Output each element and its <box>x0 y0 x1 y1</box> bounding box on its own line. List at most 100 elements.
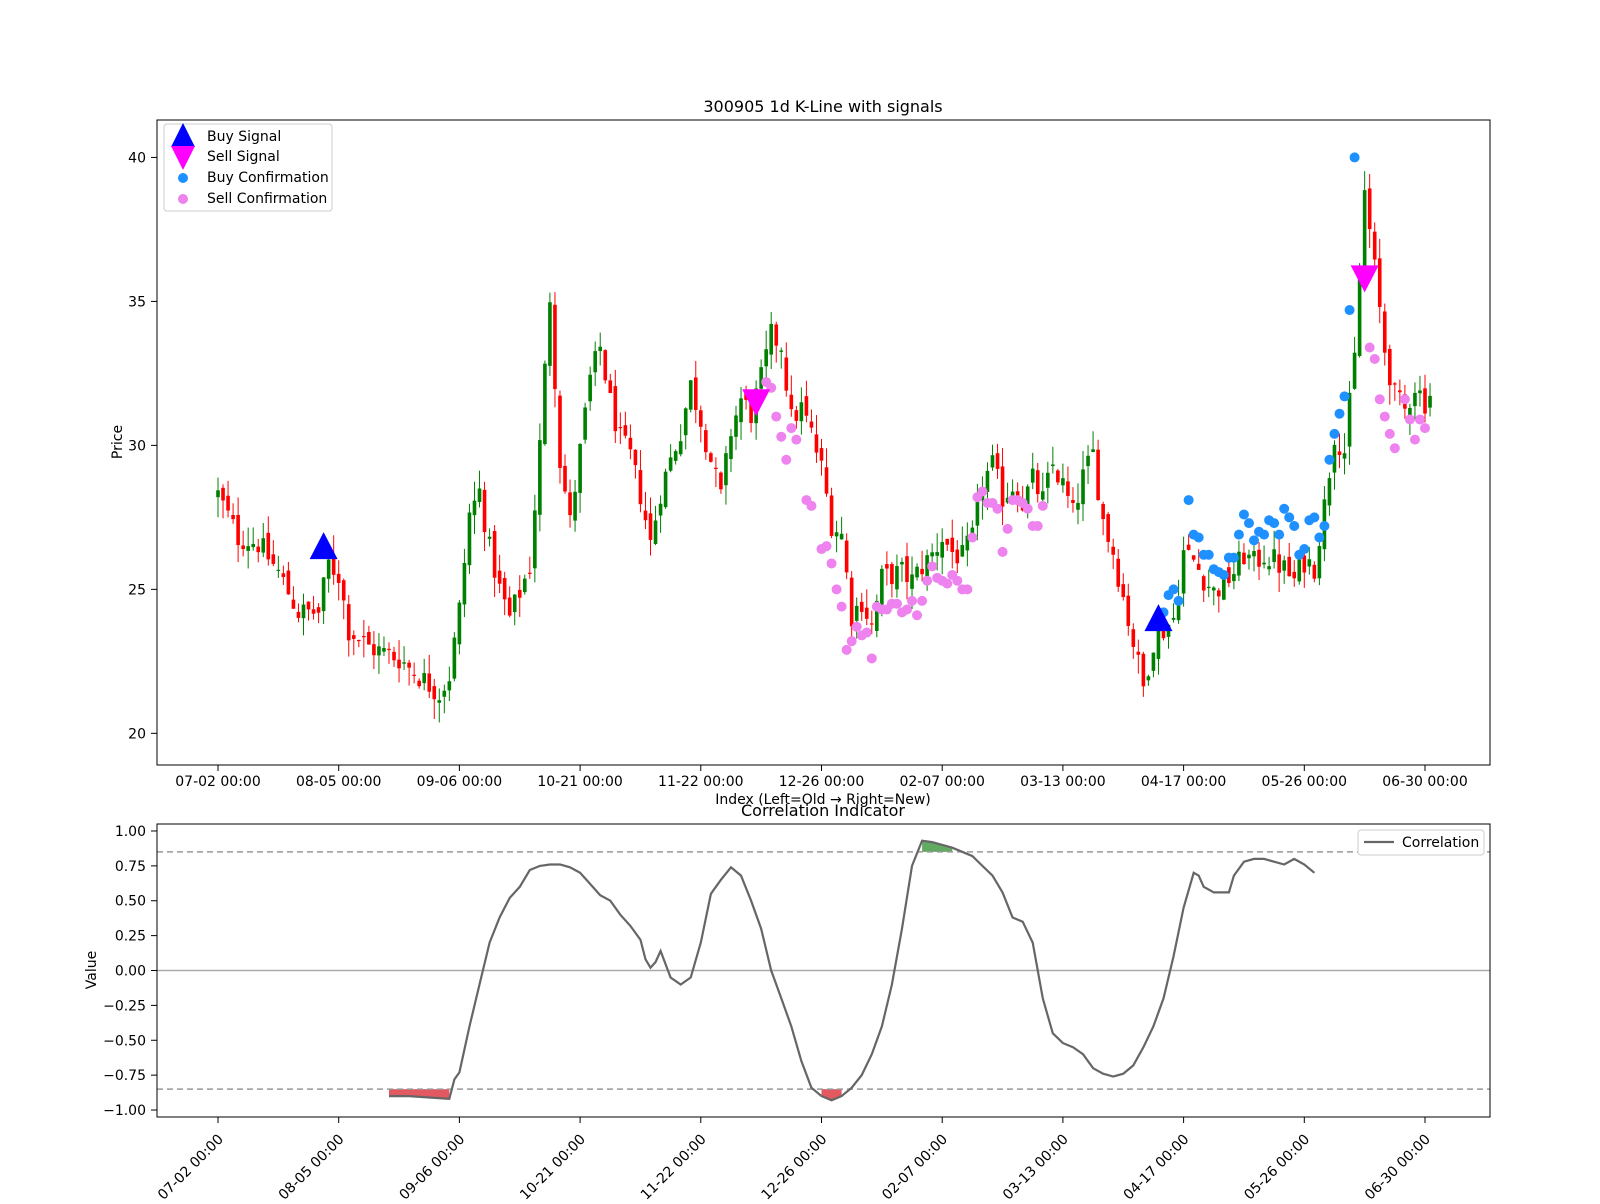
kline-x-tick-label: 02-07 00:00 <box>899 774 984 790</box>
kline-x-tick-label: 10-21 00:00 <box>537 774 622 790</box>
candle-body <box>402 662 406 664</box>
candle-body <box>427 673 432 692</box>
candle-body <box>301 604 306 619</box>
sell-confirmation-point <box>901 604 912 615</box>
candle-body <box>527 572 532 574</box>
candle-body <box>1040 491 1045 500</box>
candle-body <box>563 465 567 492</box>
candle-body <box>869 623 874 625</box>
correlation-y-axis-label: Value <box>84 951 100 989</box>
sell-confirmation-point <box>1369 353 1380 364</box>
candle-body <box>1272 549 1276 562</box>
candle-body <box>724 453 728 486</box>
candle-body <box>578 443 582 493</box>
candle-body <box>960 545 965 557</box>
candle-body <box>1367 188 1372 230</box>
candle-body <box>487 536 492 539</box>
buy-confirmation-point <box>1269 518 1280 529</box>
candle-body <box>698 410 703 427</box>
kline-x-tick-label: 07-02 00:00 <box>175 774 260 790</box>
legend-buy-confirmation-label: Buy Confirmation <box>207 170 329 186</box>
candle-body <box>1302 555 1307 573</box>
candle-body <box>739 398 743 423</box>
sell-confirmation-point <box>1409 434 1420 445</box>
candle-body <box>734 415 738 437</box>
correlation-y-tick-label: 0.25 <box>115 929 146 945</box>
candle-body <box>346 604 351 641</box>
candle-body <box>1186 544 1191 550</box>
candle-body <box>256 546 261 553</box>
kline-x-tick-label: 09-06 00:00 <box>417 774 502 790</box>
candle-body <box>462 562 467 605</box>
buy-confirmation-point <box>1274 529 1285 540</box>
candle-body <box>834 532 839 537</box>
sell-confirmation-point <box>977 486 988 497</box>
candle-body <box>492 530 497 578</box>
sell-confirmation-point <box>917 595 928 606</box>
candle-body <box>618 426 623 429</box>
candle-body <box>905 556 909 582</box>
sell-confirmation-point <box>1022 503 1033 514</box>
sell-confirmation-point <box>851 621 862 632</box>
candle-body <box>779 350 784 352</box>
buy-confirmation-point <box>1309 512 1320 523</box>
candle-body <box>1347 392 1352 447</box>
candle-body <box>719 472 723 490</box>
candle-body <box>1216 590 1221 597</box>
candle-body <box>613 386 618 432</box>
candle-body <box>357 639 361 642</box>
candle-body <box>1252 551 1256 557</box>
sell-confirmation-point <box>1414 414 1425 425</box>
kline-y-axis-label: Price <box>110 425 126 459</box>
candle-body <box>377 646 381 656</box>
candle-body <box>1146 676 1151 681</box>
candle-body <box>1232 574 1236 582</box>
candle-body <box>241 545 245 550</box>
candle-body <box>432 686 437 700</box>
correlation-y-tick-label: −1.00 <box>103 1103 146 1119</box>
candle-body <box>890 564 894 585</box>
sell-confirmation-point <box>922 575 933 586</box>
kline-x-tick-label: 12-26 00:00 <box>779 774 864 790</box>
correlation-y-tick-label: −0.75 <box>103 1068 146 1084</box>
candle-body <box>759 367 763 389</box>
buy-confirmation-point <box>1289 521 1300 532</box>
candle-body <box>573 491 577 521</box>
candle-body <box>1136 651 1141 655</box>
candle-body <box>558 395 562 468</box>
candle-body <box>1408 407 1412 416</box>
buy-confirmation-point <box>1249 535 1260 546</box>
candle-body <box>452 637 457 679</box>
candle-body <box>1066 481 1070 496</box>
candle-body <box>276 569 281 571</box>
candle-body <box>422 673 427 684</box>
candle-body <box>457 602 462 645</box>
candle-body <box>809 421 814 428</box>
sell-confirmation-point <box>861 627 872 638</box>
sell-confirmation-point <box>841 644 852 655</box>
candle-body <box>1076 502 1080 510</box>
candle-body <box>819 448 824 461</box>
candle-body <box>900 561 904 565</box>
buy-confirmation-point <box>1243 518 1254 529</box>
candle-body <box>895 566 899 590</box>
sell-confirmation-point <box>907 595 918 606</box>
candle-body <box>382 647 386 652</box>
candle-body <box>839 533 844 540</box>
sell-confirmation-point <box>942 578 953 589</box>
candle-body <box>1111 546 1116 555</box>
candle-body <box>387 648 391 651</box>
buy-confirmation-point <box>1279 503 1290 514</box>
candle-body <box>1423 388 1427 414</box>
kline-x-tick-label: 08-05 00:00 <box>296 774 381 790</box>
sell-confirmation-point <box>912 610 923 621</box>
candle-body <box>281 573 286 577</box>
candle-body <box>1061 478 1065 486</box>
candle-body <box>407 662 411 668</box>
candle-body <box>769 323 774 355</box>
buy-confirmation-point <box>1238 509 1249 520</box>
candle-body <box>1387 348 1392 386</box>
candle-body <box>955 549 960 564</box>
buy-confirmation-point <box>1329 428 1340 439</box>
buy-confirmation-point <box>1193 532 1204 543</box>
